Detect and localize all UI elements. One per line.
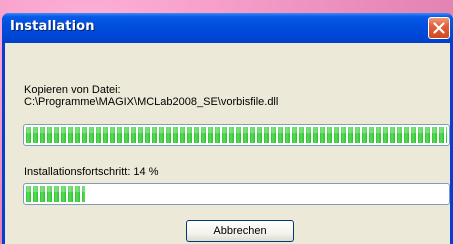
dialog-body: Kopieren von Datei: C:\Programme\MAGIX\M… bbox=[5, 43, 450, 244]
window-title: Installation bbox=[10, 19, 95, 34]
close-button[interactable] bbox=[428, 17, 450, 39]
installation-window: Installation Kopieren von Datei: C:\Prog… bbox=[2, 13, 453, 244]
file-progress-bar bbox=[23, 124, 450, 146]
close-icon bbox=[433, 22, 445, 34]
title-bar[interactable]: Installation bbox=[2, 13, 453, 43]
file-path: C:\Programme\MAGIX\MCLab2008_SE\vorbisfi… bbox=[24, 96, 279, 108]
cancel-button[interactable]: Abbrechen bbox=[186, 220, 294, 242]
copy-label: Kopieren von Datei: bbox=[24, 84, 121, 96]
file-progress-fill bbox=[26, 127, 447, 143]
overall-progress-fill bbox=[26, 186, 85, 202]
overall-progress-bar bbox=[23, 183, 450, 205]
overall-progress-label: Installationsfortschritt: 14 % bbox=[24, 166, 159, 178]
